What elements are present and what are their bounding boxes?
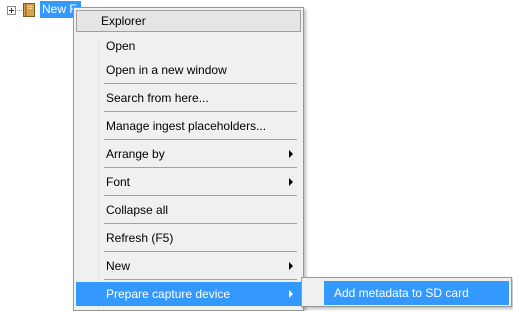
menu-item-label: Font xyxy=(106,175,131,189)
menu-separator xyxy=(104,167,297,168)
menu-item-refresh[interactable]: Refresh (F5) xyxy=(76,226,301,250)
menu-item-open[interactable]: Open xyxy=(76,34,301,58)
menu-item-search-from-here[interactable]: Search from here... xyxy=(76,86,301,110)
menu-item-label: Arrange by xyxy=(106,147,165,161)
menu-item-add-metadata-to-sd-card[interactable]: Add metadata to SD card xyxy=(324,281,509,305)
menu-item-label: Add metadata to SD card xyxy=(334,286,469,300)
submenu-prepare-capture-device: Add metadata to SD card xyxy=(301,277,512,307)
menu-title: Explorer xyxy=(76,10,301,32)
menu-item-new[interactable]: New xyxy=(76,254,301,278)
menu-separator xyxy=(104,223,297,224)
context-menu: Explorer Open Open in a new window Searc… xyxy=(73,7,304,311)
menu-item-arrange-by[interactable]: Arrange by xyxy=(76,142,301,166)
menu-item-label: Manage ingest placeholders... xyxy=(106,119,267,133)
menu-separator xyxy=(104,195,297,196)
menu-item-label: Open in a new window xyxy=(106,63,227,77)
menu-item-label: New xyxy=(106,259,131,273)
menu-item-font[interactable]: Font xyxy=(76,170,301,194)
menu-item-manage-ingest-placeholders[interactable]: Manage ingest placeholders... xyxy=(76,114,301,138)
menu-item-label: Collapse all xyxy=(106,203,169,217)
submenu-arrow-icon xyxy=(289,150,293,158)
menu-item-label: Open xyxy=(106,39,136,53)
menu-item-label: Search from here... xyxy=(106,91,209,105)
menu-item-open-new-window[interactable]: Open in a new window xyxy=(76,58,301,82)
submenu-arrow-icon xyxy=(289,178,293,186)
menu-separator xyxy=(104,83,297,84)
menu-item-prepare-capture-device[interactable]: Prepare capture device xyxy=(76,282,301,306)
menu-item-label: Refresh (F5) xyxy=(106,231,174,245)
menu-separator xyxy=(104,111,297,112)
submenu-arrow-icon xyxy=(289,290,293,298)
menu-separator xyxy=(104,279,297,280)
menu-separator xyxy=(104,251,297,252)
submenu-arrow-icon xyxy=(289,262,293,270)
menu-item-label: Prepare capture device xyxy=(106,287,231,301)
book-icon xyxy=(23,3,35,17)
menu-item-collapse-all[interactable]: Collapse all xyxy=(76,198,301,222)
expand-plus-icon[interactable] xyxy=(7,6,16,15)
menu-separator xyxy=(104,139,297,140)
